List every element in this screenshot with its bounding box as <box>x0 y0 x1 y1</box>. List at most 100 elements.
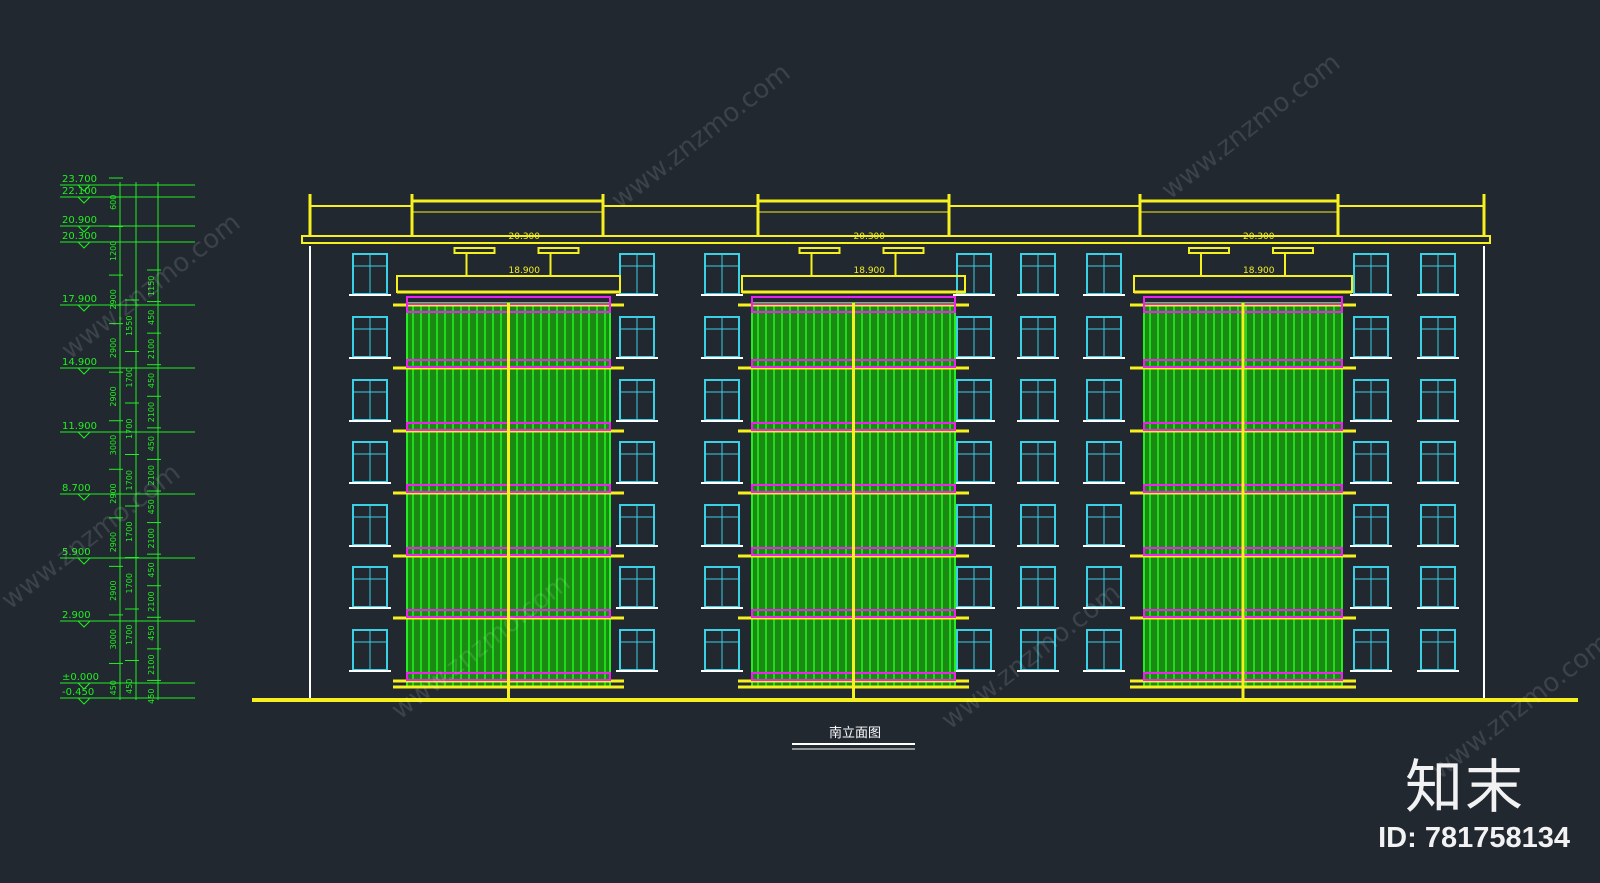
dimension-text: 450 <box>147 310 156 325</box>
roof-vent <box>453 247 496 254</box>
level-label: 8.700 <box>62 483 91 494</box>
dimension-text: 450 <box>109 680 118 695</box>
window <box>1083 629 1125 672</box>
window <box>953 441 995 484</box>
roof-cornice <box>301 235 1491 244</box>
window <box>349 441 391 484</box>
roof-vent <box>1188 247 1230 254</box>
dimension-text: 450 <box>147 436 156 451</box>
building-elevation: 20.300 18.900 20.300 18.900 20.300 18.900 <box>252 194 1578 702</box>
roof-vent <box>882 247 925 254</box>
level-marker <box>76 620 92 628</box>
level-marker <box>76 241 92 249</box>
window <box>1417 566 1459 609</box>
dimension-text: 1700 <box>125 367 134 387</box>
level-label: 11.900 <box>62 421 97 432</box>
level-marker <box>76 697 92 705</box>
level-marker <box>76 196 92 204</box>
roof-tag-lower: 18.900 <box>509 266 541 276</box>
roof-tag-upper: 20.300 <box>509 232 541 242</box>
window <box>1017 379 1059 422</box>
dimension-text: 2900 <box>109 386 118 406</box>
roof-vent <box>798 247 841 254</box>
level-label: 17.900 <box>62 294 97 305</box>
window <box>701 441 743 484</box>
window <box>349 379 391 422</box>
window <box>349 629 391 672</box>
window <box>1083 504 1125 547</box>
elevation-drawing: 23.70022.10020.90020.30017.90014.90011.9… <box>0 48 1600 786</box>
dimension-text: 1700 <box>125 625 134 645</box>
window <box>1350 566 1392 609</box>
window <box>953 504 995 547</box>
window <box>349 253 391 296</box>
watermark-id: ID: 781758134 <box>1378 822 1570 854</box>
dimension-text: 450 <box>147 625 156 640</box>
watermark-site-text: www.znzmo.com <box>606 58 796 216</box>
bay-head <box>1133 275 1353 293</box>
dimension-text: 2100 <box>147 402 156 422</box>
window <box>701 504 743 547</box>
roof-tag-lower: 18.900 <box>854 266 886 276</box>
window <box>1083 253 1125 296</box>
dimension-text: 450 <box>147 373 156 388</box>
dimension-text: 2900 <box>109 338 118 358</box>
window <box>1350 441 1392 484</box>
window <box>349 566 391 609</box>
window <box>616 316 658 359</box>
roof-tag-upper: 20.300 <box>854 232 886 242</box>
dimension-text: 2100 <box>147 654 156 674</box>
window <box>701 379 743 422</box>
window <box>1350 504 1392 547</box>
window <box>701 629 743 672</box>
window <box>701 253 743 296</box>
level-marker <box>76 367 92 375</box>
window <box>1017 566 1059 609</box>
window <box>1350 629 1392 672</box>
drawing-canvas: 23.700 22.100 20.900 20.300 17.900 14.900 11.9… <box>0 0 1600 879</box>
dimension-text: 3000 <box>109 435 118 455</box>
glazed-bay: 20.300 18.900 <box>738 232 969 698</box>
window <box>1083 379 1125 422</box>
window <box>953 316 995 359</box>
window <box>1017 504 1059 547</box>
dimension-text: 1700 <box>125 573 134 593</box>
window <box>1017 316 1059 359</box>
window <box>1017 253 1059 296</box>
window <box>616 379 658 422</box>
dimension-text: 1200 <box>109 241 118 261</box>
roof-vent <box>537 247 580 254</box>
window <box>1417 253 1459 296</box>
level-label: -0.450 <box>62 687 94 698</box>
window <box>616 629 658 672</box>
level-label: ±0.000 <box>62 672 99 683</box>
dimension-text: 450 <box>125 679 134 694</box>
window <box>1417 504 1459 547</box>
window <box>701 566 743 609</box>
window <box>1083 441 1125 484</box>
window <box>349 504 391 547</box>
bay-head <box>741 275 966 293</box>
window <box>616 504 658 547</box>
level-label: 22.100 <box>62 186 97 197</box>
window <box>616 441 658 484</box>
drawing-title-group: 南立面图 <box>792 725 915 750</box>
window <box>1083 316 1125 359</box>
dimension-text: 2100 <box>147 528 156 548</box>
window <box>1350 253 1392 296</box>
dimension-text: 2100 <box>147 339 156 359</box>
bay-head <box>396 275 621 293</box>
window <box>1417 629 1459 672</box>
glazed-bay: 20.300 18.900 <box>1130 232 1356 698</box>
dimension-text: 450 <box>147 689 156 704</box>
window <box>953 253 995 296</box>
window <box>953 566 995 609</box>
watermark-site-text: www.znzmo.com <box>1156 48 1346 206</box>
window <box>1350 316 1392 359</box>
window <box>701 316 743 359</box>
window <box>616 566 658 609</box>
roof-tag-lower: 18.900 <box>1243 266 1275 276</box>
dimension-text: 2900 <box>109 580 118 600</box>
level-label: 23.700 <box>62 174 97 185</box>
window <box>1417 441 1459 484</box>
